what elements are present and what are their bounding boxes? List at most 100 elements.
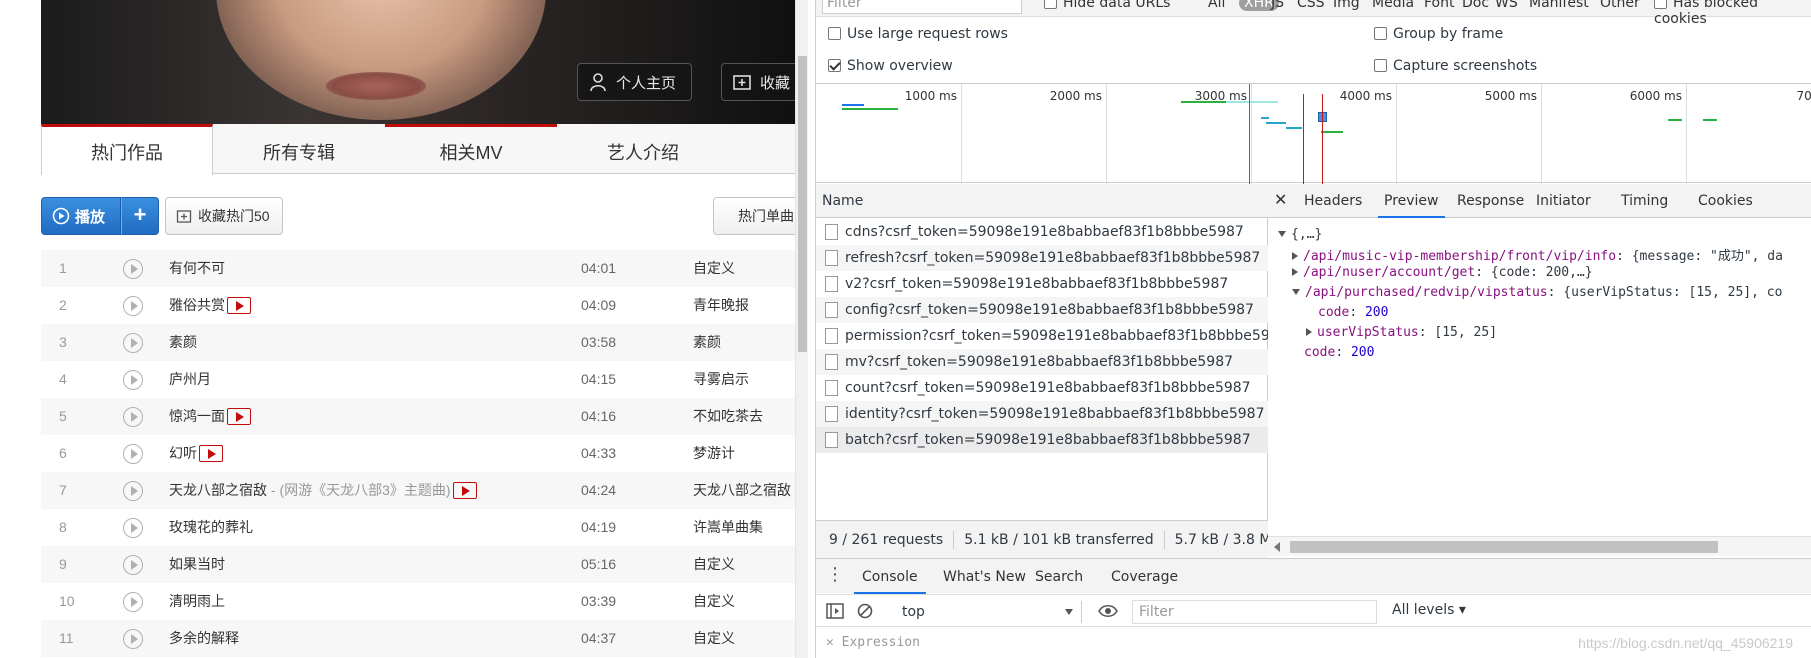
- page-scrollbar-thumb[interactable]: [798, 56, 807, 352]
- tab-related-mv[interactable]: 相关MV: [385, 124, 557, 174]
- play-circle-icon[interactable]: [123, 296, 143, 316]
- context-selector[interactable]: top: [894, 601, 1082, 623]
- mv-icon[interactable]: [199, 444, 223, 462]
- filter-type-manifest[interactable]: Manifest: [1529, 0, 1589, 11]
- play-circle-icon[interactable]: [123, 518, 143, 538]
- mv-icon[interactable]: [227, 296, 251, 314]
- console-filter-input[interactable]: Filter: [1132, 600, 1377, 624]
- drawer-tab-coverage[interactable]: Coverage: [1103, 559, 1186, 594]
- drawer-tab-search[interactable]: Search: [1027, 559, 1091, 594]
- group-by-frame-checkbox[interactable]: Group by frame: [1374, 26, 1503, 42]
- preview-horizontal-scrollbar[interactable]: [1268, 536, 1811, 556]
- song-row[interactable]: 8 玫瑰花的葬礼 04:19 许嵩单曲集: [41, 509, 795, 546]
- play-circle-icon[interactable]: [123, 481, 143, 501]
- name-column-header[interactable]: Name: [816, 184, 1268, 218]
- play-all-button[interactable]: 播放: [41, 197, 121, 235]
- filter-type-ws[interactable]: WS: [1495, 0, 1518, 11]
- song-album[interactable]: 寻雾启示: [693, 361, 749, 398]
- tree-node-vip-info[interactable]: /api/music-vip-membership/front/vip/info…: [1292, 245, 1783, 264]
- tree-node-user-vip-status[interactable]: userVipStatus: [15, 25]: [1306, 325, 1497, 340]
- song-title[interactable]: 惊鸿一面: [169, 408, 225, 424]
- request-row[interactable]: cdns?csrf_token=59098e191e8babbaef83f1b8…: [816, 219, 1268, 245]
- request-row[interactable]: v2?csrf_token=59098e191e8babbaef83f1b8bb…: [816, 271, 1268, 297]
- tab-hot-works[interactable]: 热门作品: [41, 124, 213, 175]
- hide-data-urls-checkbox[interactable]: Hide data URLs: [1044, 0, 1170, 11]
- log-levels-dropdown[interactable]: All levels ▾: [1392, 602, 1466, 618]
- song-album[interactable]: 不如吃茶去: [693, 398, 763, 435]
- play-circle-icon[interactable]: [123, 333, 143, 353]
- detail-tab-initiator[interactable]: Initiator: [1530, 184, 1597, 218]
- play-circle-icon[interactable]: [123, 444, 143, 464]
- song-row[interactable]: 3 素颜 03:58 素颜: [41, 324, 795, 361]
- play-circle-icon[interactable]: [123, 629, 143, 649]
- song-row[interactable]: 9 如果当时 05:16 自定义: [41, 546, 795, 583]
- request-row[interactable]: refresh?csrf_token=59098e191e8babbaef83f…: [816, 245, 1268, 271]
- play-circle-icon[interactable]: [123, 407, 143, 427]
- song-album[interactable]: 天龙八部之宿敌: [693, 472, 791, 509]
- tab-all-albums[interactable]: 所有专辑: [213, 124, 385, 174]
- play-circle-icon[interactable]: [123, 370, 143, 390]
- capture-screenshots-checkbox[interactable]: Capture screenshots: [1374, 58, 1537, 74]
- clear-console-icon[interactable]: [857, 603, 873, 619]
- request-row[interactable]: count?csrf_token=59098e191e8babbaef83f1b…: [816, 375, 1268, 401]
- tree-node-vipstatus[interactable]: /api/purchased/redvip/vipstatus: {userVi…: [1292, 285, 1782, 300]
- song-album[interactable]: 梦游计: [693, 435, 735, 472]
- song-title[interactable]: 有何不可: [169, 260, 225, 276]
- page-scrollbar[interactable]: [795, 0, 808, 658]
- add-to-playlist-button[interactable]: +: [121, 197, 159, 235]
- song-row[interactable]: 4 庐州月 04:15 寻雾启示: [41, 361, 795, 398]
- request-row[interactable]: batch?csrf_token=59098e191e8babbaef83f1b…: [816, 427, 1268, 453]
- mv-icon[interactable]: [452, 481, 477, 499]
- request-row[interactable]: config?csrf_token=59098e191e8babbaef83f1…: [816, 297, 1268, 323]
- song-row[interactable]: 1 有何不可 04:01 自定义: [41, 250, 795, 287]
- song-title[interactable]: 庐州月: [169, 371, 211, 387]
- play-circle-icon[interactable]: [123, 555, 143, 575]
- filter-type-css[interactable]: CSS: [1297, 0, 1325, 11]
- detail-tab-cookies[interactable]: Cookies: [1692, 184, 1759, 218]
- favorite-artist-button[interactable]: 收藏: [721, 63, 795, 101]
- play-circle-icon[interactable]: [123, 592, 143, 612]
- drawer-tab-console[interactable]: Console: [854, 559, 926, 594]
- close-icon[interactable]: ✕: [1274, 190, 1287, 209]
- filter-type-js[interactable]: JS: [1271, 0, 1284, 11]
- song-album[interactable]: 自定义: [693, 250, 735, 287]
- song-row[interactable]: 11 多余的解释 04:37 自定义: [41, 620, 795, 657]
- filter-type-font[interactable]: Font: [1424, 0, 1454, 11]
- request-row[interactable]: permission?csrf_token=59098e191e8babbaef…: [816, 323, 1268, 349]
- artist-home-button[interactable]: 个人主页: [577, 63, 692, 101]
- song-row[interactable]: 2 雅俗共赏 04:09 青年晚报: [41, 287, 795, 324]
- song-title[interactable]: 玫瑰花的葬礼: [169, 519, 253, 535]
- favorite-top50-button[interactable]: 收藏热门50: [165, 197, 283, 235]
- large-rows-checkbox[interactable]: Use large request rows: [828, 26, 1008, 42]
- drawer-tab-what-s-new[interactable]: What's New: [935, 559, 1034, 594]
- show-overview-checkbox[interactable]: Show overview: [828, 58, 953, 74]
- song-title[interactable]: 雅俗共赏: [169, 297, 225, 313]
- song-album[interactable]: 自定义: [693, 583, 735, 620]
- song-row[interactable]: 6 幻听 04:33 梦游计: [41, 435, 795, 472]
- tree-root[interactable]: {,…}: [1278, 227, 1322, 242]
- detail-tab-timing[interactable]: Timing: [1615, 184, 1674, 218]
- song-title[interactable]: 幻听: [169, 445, 197, 461]
- song-row[interactable]: 10 清明雨上 03:39 自定义: [41, 583, 795, 620]
- request-row[interactable]: mv?csrf_token=59098e191e8babbaef83f1b8bb…: [816, 349, 1268, 375]
- song-title[interactable]: 多余的解释: [169, 630, 239, 646]
- detail-tab-response[interactable]: Response: [1451, 184, 1530, 218]
- song-title[interactable]: 天龙八部之宿敌: [169, 482, 267, 498]
- filter-type-all[interactable]: All: [1208, 0, 1225, 11]
- more-options-icon[interactable]: ⋮: [826, 566, 844, 584]
- scroll-left-icon[interactable]: [1274, 542, 1280, 552]
- network-overview-timeline[interactable]: 1000 ms 2000 ms 3000 ms 4000 ms 5000 ms 6000 …: [816, 83, 1811, 184]
- song-album[interactable]: 自定义: [693, 546, 735, 583]
- play-circle-icon[interactable]: [123, 259, 143, 279]
- detail-tab-preview[interactable]: Preview: [1378, 184, 1445, 218]
- tab-artist-intro[interactable]: 艺人介绍: [557, 124, 729, 174]
- filter-type-img[interactable]: Img: [1333, 0, 1360, 11]
- song-album[interactable]: 许嵩单曲集: [693, 509, 763, 546]
- song-title[interactable]: 如果当时: [169, 556, 225, 572]
- eye-icon[interactable]: [1098, 604, 1118, 618]
- song-title[interactable]: 清明雨上: [169, 593, 225, 609]
- song-row[interactable]: 7 天龙八部之宿敌 - (网游《天龙八部3》主题曲) 04:24 天龙八部之宿敌: [41, 472, 795, 509]
- filter-type-media[interactable]: Media: [1372, 0, 1414, 11]
- request-row[interactable]: identity?csrf_token=59098e191e8babbaef83…: [816, 401, 1268, 427]
- song-title[interactable]: 素颜: [169, 334, 197, 350]
